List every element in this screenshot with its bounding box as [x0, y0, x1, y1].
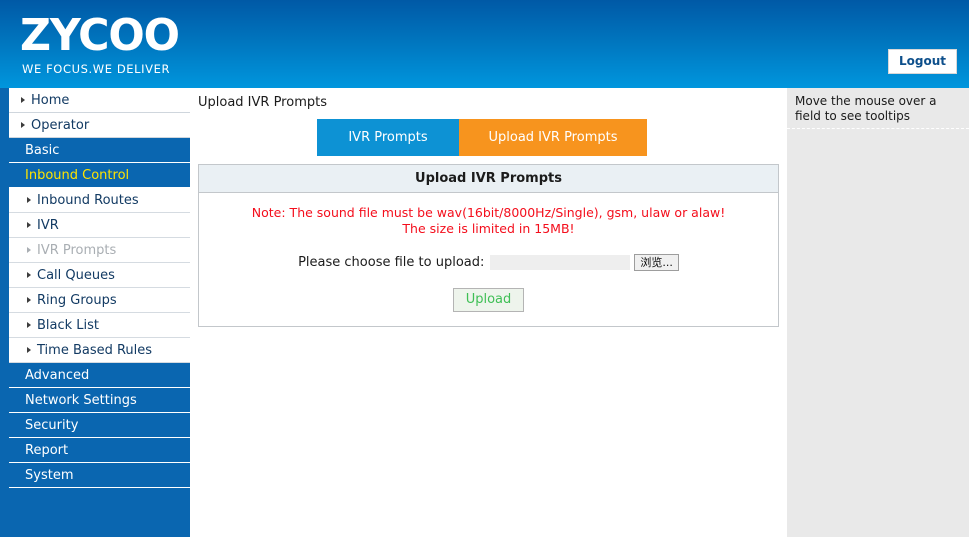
sidebar-item-home[interactable]: Home — [9, 88, 190, 113]
chevron-right-icon — [27, 222, 31, 228]
sidebar-item-call-queues[interactable]: Call Queues — [9, 263, 190, 288]
sidebar-section-basic[interactable]: Basic — [9, 138, 190, 163]
chevron-right-icon — [27, 297, 31, 303]
chevron-right-icon — [27, 247, 31, 253]
file-chooser-label: Please choose file to upload: — [298, 255, 485, 270]
sidebar-navigation: Home Operator Basic Inbound Control Inbo… — [0, 88, 190, 537]
sidebar-item-label: Black List — [37, 318, 100, 333]
sidebar-item-ring-groups[interactable]: Ring Groups — [9, 288, 190, 313]
sidebar-item-time-based-rules[interactable]: Time Based Rules — [9, 338, 190, 363]
file-path-input[interactable] — [490, 255, 631, 270]
sidebar-item-ivr[interactable]: IVR — [9, 213, 190, 238]
main-content: Upload IVR Prompts IVR Prompts Upload IV… — [190, 88, 787, 537]
sidebar-section-security[interactable]: Security — [9, 413, 190, 438]
sidebar-item-label: IVR — [37, 218, 59, 233]
sidebar-item-ivr-prompts[interactable]: IVR Prompts — [9, 238, 190, 263]
logo-tagline: WE FOCUS.WE DELIVER — [22, 62, 171, 76]
chevron-right-icon — [27, 347, 31, 353]
upload-button[interactable]: Upload — [452, 288, 525, 312]
sidebar-item-label: Time Based Rules — [37, 343, 153, 358]
browse-button[interactable]: 浏览... — [634, 254, 679, 271]
tab-upload-ivr-prompts[interactable]: Upload IVR Prompts — [459, 119, 647, 156]
sidebar-item-label: Home — [31, 93, 70, 108]
tab-bar: IVR Prompts Upload IVR Prompts — [317, 119, 647, 156]
sidebar-item-operator[interactable]: Operator — [9, 113, 190, 138]
logo-text: ZYCOO — [20, 10, 180, 61]
chevron-right-icon — [27, 197, 31, 203]
file-chooser-row: Please choose file to upload: 浏览... — [199, 254, 778, 271]
panel-heading: Upload IVR Prompts — [199, 165, 778, 193]
sidebar-item-label: Call Queues — [37, 268, 115, 283]
page-header: ZYCOO WE FOCUS.WE DELIVER Logout — [0, 0, 969, 88]
sidebar-item-label: Ring Groups — [37, 293, 117, 308]
upload-action-row: Upload — [199, 288, 778, 312]
brand-logo: ZYCOO WE FOCUS.WE DELIVER — [20, 14, 190, 77]
sidebar-item-label: IVR Prompts — [37, 243, 117, 258]
tooltip-panel: Move the mouse over a field to see toolt… — [787, 88, 969, 537]
sidebar-section-network-settings[interactable]: Network Settings — [9, 388, 190, 413]
sidebar-item-label: Operator — [31, 118, 90, 133]
sidebar-item-black-list[interactable]: Black List — [9, 313, 190, 338]
sidebar-item-label: Inbound Routes — [37, 193, 139, 208]
application-window: ZYCOO WE FOCUS.WE DELIVER Logout Home Op… — [0, 0, 969, 537]
chevron-right-icon — [27, 272, 31, 278]
chevron-right-icon — [21, 97, 25, 103]
tooltip-hint-text: Move the mouse over a field to see toolt… — [787, 88, 969, 129]
logout-button[interactable]: Logout — [887, 49, 957, 74]
tab-ivr-prompts[interactable]: IVR Prompts — [317, 119, 459, 156]
sidebar-section-system[interactable]: System — [9, 463, 190, 488]
sidebar-section-advanced[interactable]: Advanced — [9, 363, 190, 388]
format-note-line1: Note: The sound file must be wav(16bit/8… — [251, 205, 726, 220]
upload-panel: Upload IVR Prompts Note: The sound file … — [198, 164, 779, 327]
chevron-right-icon — [21, 122, 25, 128]
format-note: Note: The sound file must be wav(16bit/8… — [199, 205, 778, 237]
chevron-right-icon — [27, 322, 31, 328]
sidebar-item-inbound-routes[interactable]: Inbound Routes — [9, 188, 190, 213]
page-title: Upload IVR Prompts — [198, 95, 327, 110]
format-note-line2: The size is limited in 15MB! — [402, 221, 575, 236]
sidebar-section-inbound-control[interactable]: Inbound Control — [9, 163, 190, 188]
sidebar-section-report[interactable]: Report — [9, 438, 190, 463]
